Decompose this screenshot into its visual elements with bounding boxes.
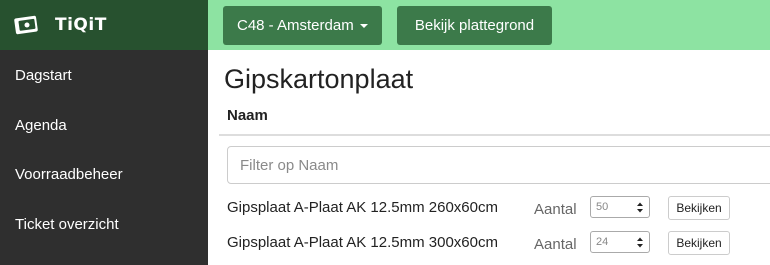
- list-item: Gipsplaat A-Plaat AK 12.5mm 300x60cm Aan…: [227, 226, 770, 260]
- quantity-stepper[interactable]: 50: [590, 196, 650, 218]
- quantity-value: 50: [596, 201, 609, 213]
- sidebar-nav: Dagstart Agenda Voorraadbeheer Ticket ov…: [0, 50, 208, 249]
- caret-down-icon: [359, 23, 368, 28]
- page-title: Gipskartonplaat: [224, 64, 414, 94]
- sidebar-item-ticket-overzicht[interactable]: Ticket overzicht: [0, 200, 208, 250]
- item-name: Gipsplaat A-Plaat AK 12.5mm 300x60cm: [227, 234, 498, 251]
- quantity-value: 24: [596, 236, 609, 248]
- brand-header[interactable]: TiQiT: [0, 0, 208, 50]
- filter-name-input[interactable]: [227, 146, 770, 184]
- column-header-naam[interactable]: Naam: [227, 107, 268, 124]
- item-name: Gipsplaat A-Plaat AK 12.5mm 260x60cm: [227, 199, 498, 216]
- location-dropdown-button[interactable]: C48 - Amsterdam: [223, 6, 382, 45]
- quantity-label: Aantal: [534, 236, 577, 253]
- view-item-button[interactable]: Bekijken: [668, 196, 730, 220]
- quantity-stepper[interactable]: 24: [590, 231, 650, 253]
- sidebar-item-dagstart[interactable]: Dagstart: [0, 51, 208, 101]
- sidebar: TiQiT Dagstart Agenda Voorraadbeheer Tic…: [0, 0, 208, 265]
- sidebar-item-voorraadbeheer[interactable]: Voorraadbeheer: [0, 150, 208, 200]
- brand-name: TiQiT: [55, 15, 107, 35]
- spinner-arrows-icon[interactable]: [636, 236, 644, 249]
- view-floorplan-button[interactable]: Bekijk plattegrond: [397, 6, 552, 45]
- main-content: Gipskartonplaat Naam Gipsplaat A-Plaat A…: [208, 50, 770, 265]
- location-label: C48 - Amsterdam: [237, 17, 354, 34]
- view-item-button[interactable]: Bekijken: [668, 231, 730, 255]
- list-item: Gipsplaat A-Plaat AK 12.5mm 260x60cm Aan…: [227, 191, 770, 225]
- spinner-arrows-icon[interactable]: [636, 201, 644, 214]
- quantity-label: Aantal: [534, 201, 577, 218]
- sidebar-item-agenda[interactable]: Agenda: [0, 101, 208, 151]
- header-divider: [219, 134, 770, 136]
- top-bar: C48 - Amsterdam Bekijk plattegrond: [208, 0, 770, 50]
- ticket-logo-icon: [14, 15, 38, 35]
